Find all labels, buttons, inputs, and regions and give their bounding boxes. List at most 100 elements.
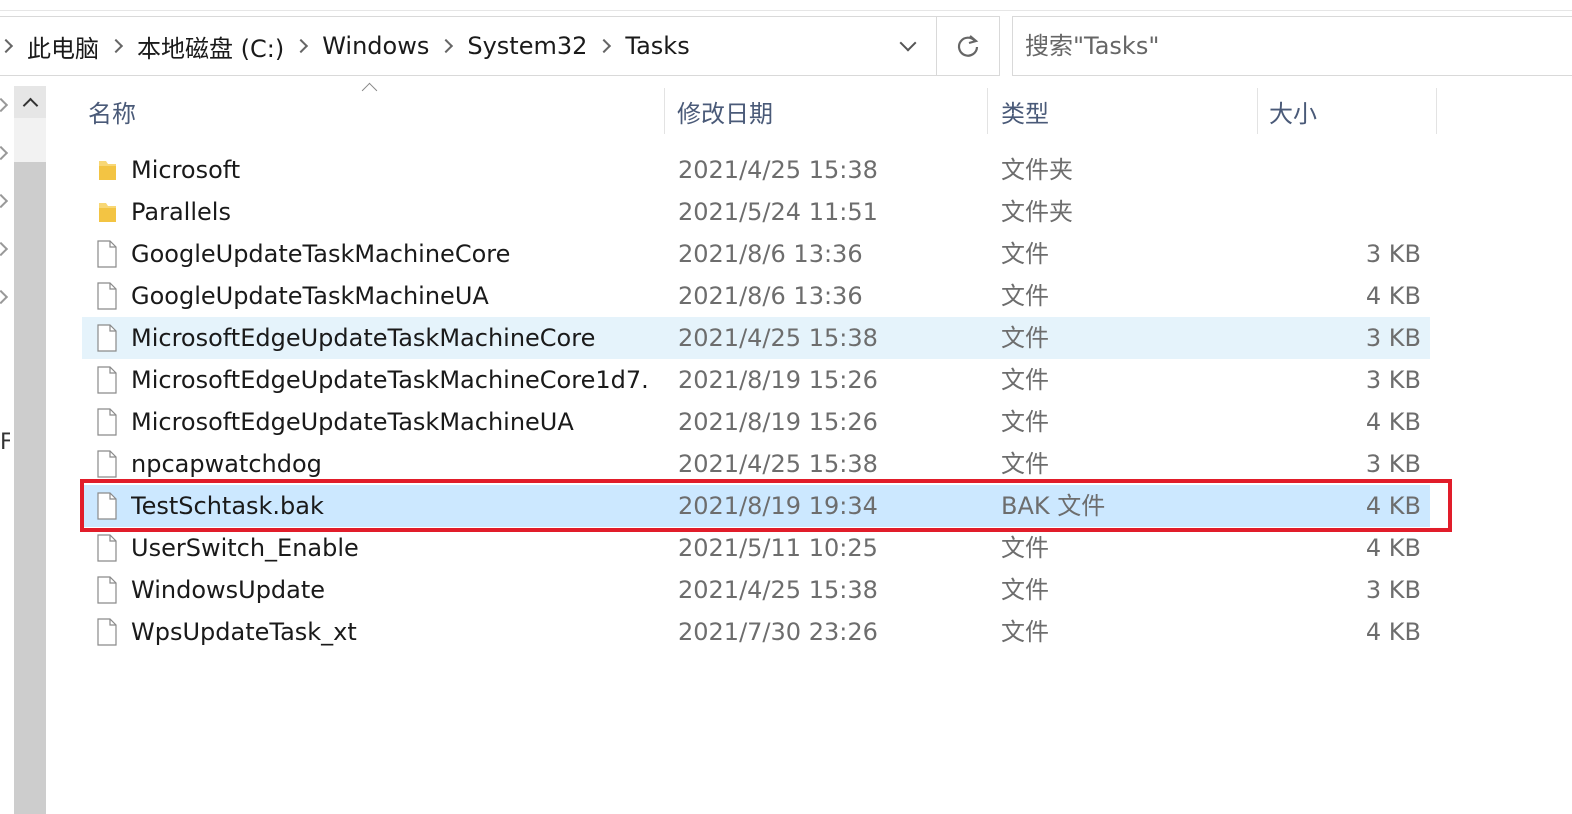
file-name: npcapwatchdog: [131, 450, 322, 478]
file-date: 2021/4/25 15:38: [678, 324, 878, 352]
chevron-right-icon[interactable]: [597, 38, 612, 54]
file-date: 2021/4/25 15:38: [678, 450, 878, 478]
list-item[interactable]: MicrosoftEdgeUpdateTaskMachineUA 2021/8/…: [82, 401, 1430, 443]
list-item[interactable]: Microsoft 2021/4/25 15:38 文件夹: [82, 149, 1430, 191]
file-name: MicrosoftEdgeUpdateTaskMachineCore1d7...: [131, 366, 651, 394]
list-item[interactable]: GoogleUpdateTaskMachineCore 2021/8/6 13:…: [82, 233, 1430, 275]
file-icon: [97, 534, 117, 562]
list-item[interactable]: WindowsUpdate 2021/4/25 15:38 文件 3 KB: [82, 569, 1430, 611]
file-type: 文件: [1001, 534, 1049, 562]
file-icon: [97, 240, 117, 268]
file-name: GoogleUpdateTaskMachineUA: [131, 282, 489, 310]
nav-item-label[interactable]: F: [0, 430, 10, 455]
file-type: 文件: [1001, 282, 1049, 310]
expand-arrow-icon[interactable]: [0, 289, 9, 305]
file-name: Parallels: [131, 198, 231, 226]
file-type: 文件夹: [1001, 156, 1073, 184]
search-box[interactable]: [1012, 16, 1572, 76]
chevron-down-icon: [899, 34, 917, 52]
list-item[interactable]: Parallels 2021/5/24 11:51 文件夹: [82, 191, 1430, 233]
folder-icon: [99, 203, 116, 222]
file-name: MicrosoftEdgeUpdateTaskMachineCore: [131, 324, 596, 352]
scrollbar-track[interactable]: [14, 118, 46, 162]
column-header-size[interactable]: 大小: [1269, 88, 1429, 134]
file-type: 文件: [1001, 366, 1049, 394]
file-type: 文件: [1001, 324, 1049, 352]
file-date: 2021/8/19 15:26: [678, 408, 878, 436]
file-size: 3 KB: [1365, 324, 1421, 352]
list-item[interactable]: MicrosoftEdgeUpdateTaskMachineCore1d7...…: [82, 359, 1430, 401]
refresh-button[interactable]: [936, 16, 1000, 76]
file-icon: [97, 282, 117, 310]
list-item[interactable]: UserSwitch_Enable 2021/5/11 10:25 文件 4 K…: [82, 527, 1430, 569]
breadcrumb-local-disk[interactable]: 本地磁盘 (C:): [137, 29, 284, 64]
list-item[interactable]: WpsUpdateTask_xt 2021/7/30 23:26 文件 4 KB: [82, 611, 1430, 653]
breadcrumb-tasks[interactable]: Tasks: [625, 32, 689, 60]
file-name: WpsUpdateTask_xt: [131, 618, 357, 646]
file-name: WindowsUpdate: [131, 576, 326, 604]
file-size: 4 KB: [1365, 408, 1421, 436]
window-top-border: [0, 10, 1572, 11]
file-size: 3 KB: [1365, 366, 1421, 394]
file-icon: [97, 408, 117, 436]
file-size: 4 KB: [1365, 618, 1421, 646]
caret-up-icon: [22, 97, 38, 113]
expand-arrow-icon[interactable]: [0, 241, 9, 257]
address-bar[interactable]: 此电脑 本地磁盘 (C:) Windows System32 Tasks: [0, 16, 936, 76]
column-divider[interactable]: [1257, 88, 1258, 134]
file-icon: [97, 492, 117, 520]
file-date: 2021/4/25 15:38: [678, 576, 878, 604]
column-header-date[interactable]: 修改日期: [677, 88, 977, 134]
file-date: 2021/4/25 15:38: [678, 156, 878, 184]
file-name: UserSwitch_Enable: [131, 534, 359, 562]
expand-arrow-icon[interactable]: [0, 97, 9, 113]
expand-arrow-icon[interactable]: [0, 193, 9, 209]
file-date: 2021/5/11 10:25: [678, 534, 878, 562]
file-icon: [97, 576, 117, 604]
search-input[interactable]: [1025, 29, 1545, 63]
file-size: 3 KB: [1365, 450, 1421, 478]
file-size: [1242, 149, 1421, 191]
file-name: GoogleUpdateTaskMachineCore: [131, 240, 511, 268]
folder-icon: [99, 161, 116, 180]
file-date: 2021/5/24 11:51: [678, 198, 878, 226]
file-name: Microsoft: [131, 156, 241, 184]
file-date: 2021/8/19 15:26: [678, 366, 878, 394]
list-item[interactable]: npcapwatchdog 2021/4/25 15:38 文件 3 KB: [82, 443, 1430, 485]
file-name: TestSchtask.bak: [131, 492, 324, 520]
file-icon: [97, 366, 117, 394]
breadcrumb-this-pc[interactable]: 此电脑: [27, 29, 99, 64]
file-name: MicrosoftEdgeUpdateTaskMachineUA: [131, 408, 574, 436]
refresh-icon: [957, 35, 979, 57]
breadcrumb-windows[interactable]: Windows: [322, 32, 429, 60]
column-divider[interactable]: [1436, 88, 1437, 134]
list-item[interactable]: GoogleUpdateTaskMachineUA 2021/8/6 13:36…: [82, 275, 1430, 317]
file-size: 3 KB: [1365, 576, 1421, 604]
file-type: 文件夹: [1001, 198, 1073, 226]
expand-arrow-icon[interactable]: [0, 145, 9, 161]
column-header-type[interactable]: 类型: [1001, 88, 1251, 134]
file-date: 2021/8/19 19:34: [678, 492, 878, 520]
column-divider[interactable]: [664, 88, 665, 134]
list-item[interactable]: MicrosoftEdgeUpdateTaskMachineCore 2021/…: [82, 317, 1430, 359]
file-type: 文件: [1001, 240, 1049, 268]
breadcrumb-system32[interactable]: System32: [467, 32, 587, 60]
file-size: 4 KB: [1365, 492, 1421, 520]
file-icon: [97, 618, 117, 646]
file-type: 文件: [1001, 618, 1049, 646]
chevron-right-icon[interactable]: [108, 38, 124, 54]
file-icon: [97, 450, 117, 478]
address-history-dropdown[interactable]: [880, 16, 936, 76]
scroll-up-button[interactable]: [14, 86, 46, 118]
chevron-right-icon[interactable]: [294, 38, 309, 54]
chevron-right-icon[interactable]: [439, 38, 454, 54]
file-date: 2021/8/6 13:36: [678, 282, 863, 310]
column-divider[interactable]: [987, 88, 988, 134]
file-icon: [97, 324, 117, 352]
file-type: 文件: [1001, 450, 1049, 478]
column-header-name[interactable]: 名称: [88, 88, 658, 134]
file-size: 4 KB: [1365, 282, 1421, 310]
scrollbar-thumb[interactable]: [14, 162, 46, 814]
chevron-right-icon[interactable]: [0, 38, 14, 54]
list-item-selected[interactable]: TestSchtask.bak 2021/8/19 19:34 BAK 文件 4…: [82, 485, 1430, 527]
